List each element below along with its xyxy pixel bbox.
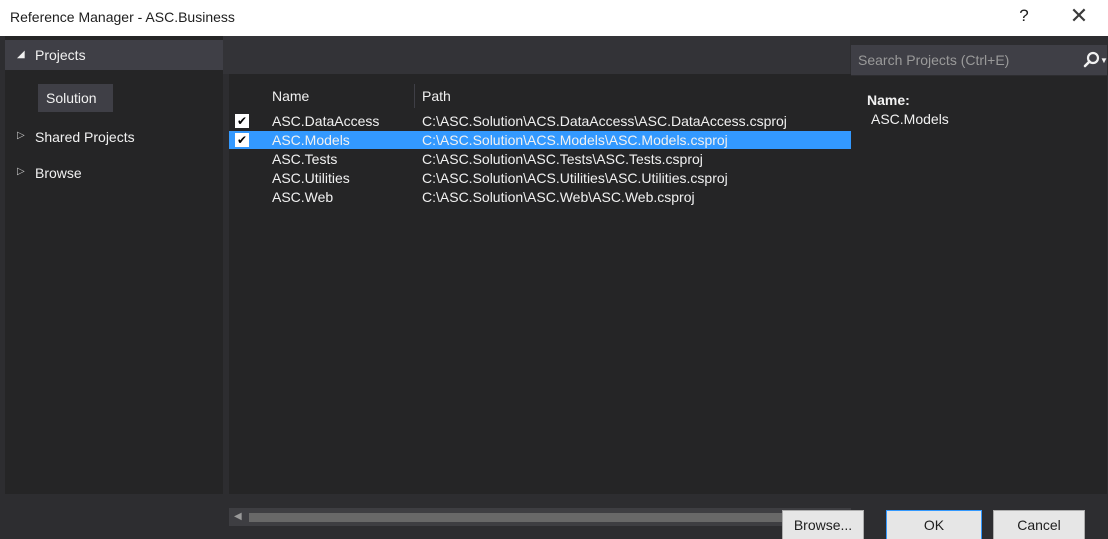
triangle-expanded-icon: ◢: [17, 49, 25, 60]
reference-manager-dialog: ◢ Projects Solution ▷ Shared Projects ▷ …: [0, 36, 1108, 539]
list-toolbar: [223, 36, 850, 74]
table-row[interactable]: ASC.Web C:\ASC.Solution\ASC.Web\ASC.Web.…: [229, 188, 851, 206]
close-icon[interactable]: ✕: [1068, 3, 1090, 29]
search-box[interactable]: ▼: [851, 45, 1108, 75]
nav-item-label: Shared Projects: [35, 129, 135, 145]
nav-item-solution[interactable]: Solution: [38, 84, 113, 112]
horizontal-scrollbar[interactable]: ◀ ▶: [229, 508, 851, 526]
triangle-collapsed-icon: ▷: [17, 166, 25, 177]
details-label: Name:: [867, 92, 910, 108]
column-header-name[interactable]: Name: [272, 88, 309, 104]
chevron-down-icon[interactable]: ▼: [1100, 56, 1108, 65]
details-value: ASC.Models: [871, 111, 949, 127]
project-name: ASC.DataAccess: [272, 113, 380, 129]
ok-button[interactable]: OK: [886, 510, 982, 539]
table-row[interactable]: ASC.Utilities C:\ASC.Solution\ACS.Utilit…: [229, 169, 851, 187]
table-row[interactable]: ASC.Tests C:\ASC.Solution\ASC.Tests\ASC.…: [229, 150, 851, 168]
row-checkbox[interactable]: ✔: [235, 114, 249, 128]
browse-button[interactable]: Browse...: [782, 510, 864, 539]
project-path: C:\ASC.Solution\ASC.Tests\ASC.Tests.cspr…: [422, 151, 703, 167]
triangle-collapsed-icon: ▷: [17, 130, 25, 141]
title-bar: Reference Manager - ASC.Business ? ✕: [0, 0, 1108, 36]
project-name: ASC.Utilities: [272, 170, 350, 186]
window-title: Reference Manager - ASC.Business: [10, 9, 235, 25]
scroll-left-icon[interactable]: ◀: [234, 511, 242, 522]
scrollbar-thumb[interactable]: [249, 513, 804, 522]
column-header-path[interactable]: Path: [422, 88, 451, 104]
cancel-button[interactable]: Cancel: [993, 510, 1085, 539]
nav-item-label: Solution: [46, 90, 97, 106]
nav-item-projects[interactable]: ◢ Projects: [5, 40, 223, 70]
row-checkbox[interactable]: ✔: [235, 133, 249, 147]
nav-item-shared-projects[interactable]: ▷ Shared Projects: [5, 126, 223, 150]
help-icon[interactable]: ?: [1014, 6, 1034, 26]
column-divider[interactable]: [414, 84, 415, 108]
search-input[interactable]: [851, 45, 1051, 75]
nav-item-label: Projects: [35, 47, 86, 63]
search-icon[interactable]: [1083, 51, 1101, 69]
left-navigation: ◢ Projects Solution ▷ Shared Projects ▷ …: [5, 36, 223, 494]
project-path: C:\ASC.Solution\ACS.DataAccess\ASC.DataA…: [422, 113, 787, 129]
table-row[interactable]: ✔ ASC.DataAccess C:\ASC.Solution\ACS.Dat…: [229, 112, 851, 130]
project-path: C:\ASC.Solution\ACS.Utilities\ASC.Utilit…: [422, 170, 728, 186]
details-pane: Name: ASC.Models: [851, 76, 1107, 494]
project-name: ASC.Web: [272, 189, 334, 205]
project-list: Name Path ✔ ASC.DataAccess C:\ASC.Soluti…: [229, 74, 851, 526]
nav-item-label: Browse: [35, 165, 82, 181]
project-path: C:\ASC.Solution\ACS.Models\ASC.Models.cs…: [422, 132, 728, 148]
project-name: ASC.Tests: [272, 151, 338, 167]
project-name: ASC.Models: [272, 132, 350, 148]
table-row[interactable]: ✔ ASC.Models C:\ASC.Solution\ACS.Models\…: [229, 131, 851, 149]
nav-item-browse[interactable]: ▷ Browse: [5, 162, 223, 186]
project-path: C:\ASC.Solution\ASC.Web\ASC.Web.csproj: [422, 189, 695, 205]
